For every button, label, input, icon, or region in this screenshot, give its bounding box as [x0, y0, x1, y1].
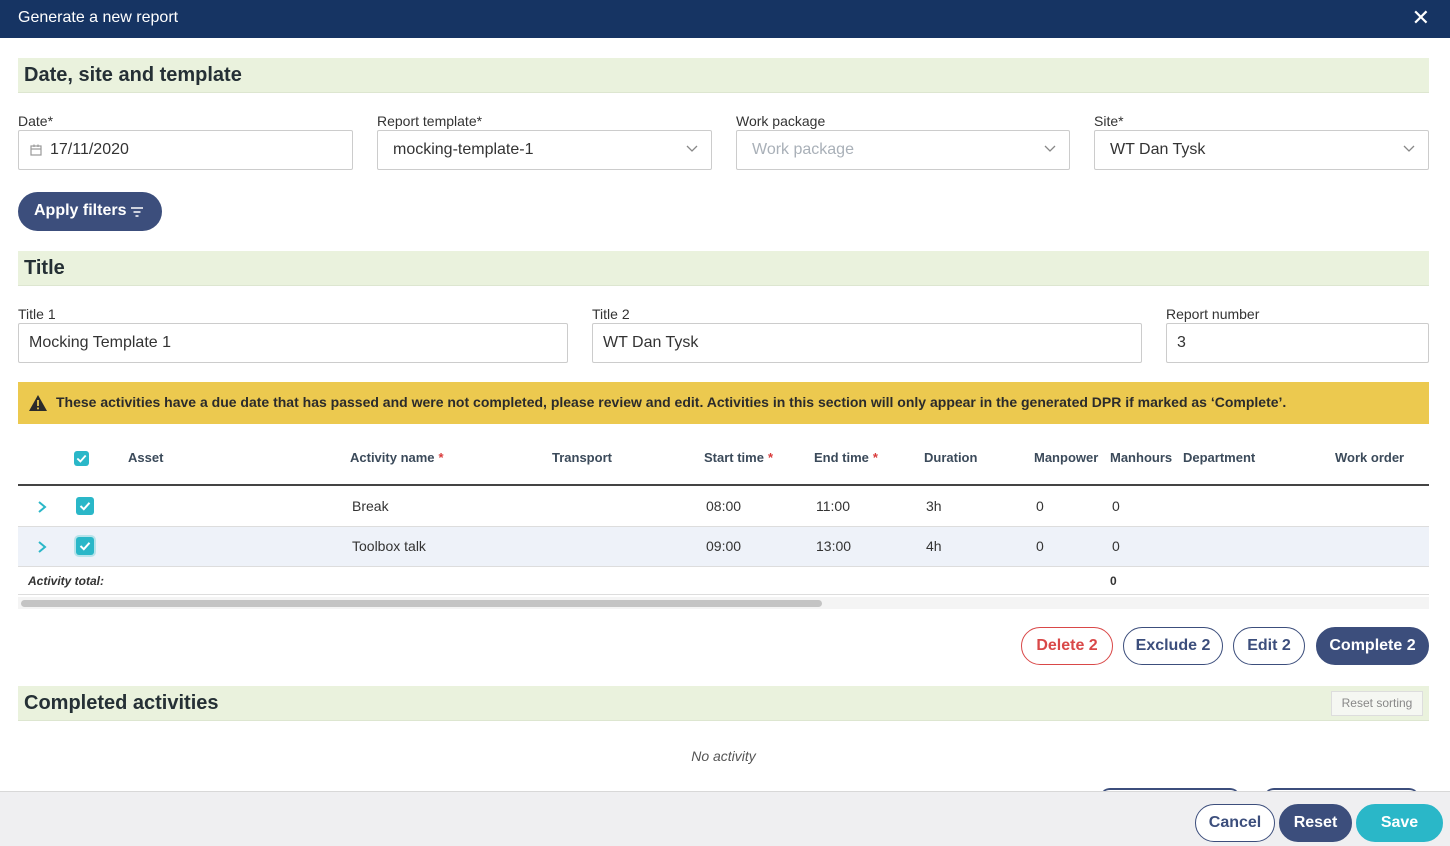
work-package-label: Work package [736, 113, 826, 129]
warning-icon [29, 395, 47, 411]
column-asset[interactable]: Asset [128, 450, 163, 465]
chevron-right-icon[interactable] [36, 499, 48, 515]
date-field[interactable]: 17/11/2020 [18, 130, 353, 170]
filter-icon [131, 207, 143, 217]
activity-name-cell: Break [352, 498, 389, 514]
check-icon [79, 502, 91, 511]
work-package-select[interactable]: Work package [736, 130, 1070, 170]
check-icon [76, 454, 87, 463]
cancel-button[interactable]: Cancel [1195, 804, 1275, 842]
activity-total-label: Activity total: [28, 574, 105, 588]
dialog-title: Generate a new report [18, 9, 179, 26]
table-row[interactable]: Break 08:00 11:00 3h 0 0 [18, 487, 1429, 527]
calendar-icon [30, 144, 42, 156]
warning-text: These activities have a due date that ha… [56, 394, 1287, 410]
section-completed-activities: Completed activities [18, 686, 1429, 721]
end-time-cell: 11:00 [816, 498, 850, 514]
start-time-cell: 08:00 [706, 498, 742, 514]
section-date-site-template: Date, site and template [18, 58, 1429, 93]
date-label: Date* [18, 113, 54, 129]
scrollbar-thumb[interactable] [21, 600, 822, 607]
required-mark: * [438, 450, 444, 465]
column-activity-name[interactable]: Activity name * [350, 450, 444, 465]
column-duration[interactable]: Duration [924, 450, 977, 465]
row-checkbox[interactable] [76, 537, 94, 555]
manpower-cell: 0 [1036, 498, 1044, 514]
section-title: Completed activities [24, 692, 219, 714]
reset-sorting-button[interactable]: Reset sorting [1331, 691, 1423, 716]
column-transport[interactable]: Transport [552, 450, 612, 465]
save-button[interactable]: Save [1356, 804, 1443, 842]
report-number-value: 3 [1177, 334, 1186, 351]
row-checkbox[interactable] [76, 497, 94, 515]
site-select[interactable]: WT Dan Tysk [1094, 130, 1429, 170]
column-activity-name-label: Activity name [350, 450, 435, 465]
exclude-button[interactable]: Exclude 2 [1123, 627, 1223, 665]
section-title-block: Title [18, 251, 1429, 286]
check-icon [79, 542, 91, 551]
duration-cell: 3h [926, 498, 942, 514]
date-value: 17/11/2020 [50, 141, 129, 158]
activity-total-manhours: 0 [1110, 574, 1117, 588]
title1-label: Title 1 [18, 306, 56, 322]
column-department[interactable]: Department [1183, 450, 1255, 465]
start-time-cell: 09:00 [706, 538, 742, 554]
column-end-time-label: End time [814, 450, 869, 465]
title2-value: WT Dan Tysk [603, 334, 699, 351]
section-title: Date, site and template [24, 64, 242, 86]
report-template-label: Report template* [377, 113, 483, 129]
column-manhours[interactable]: Manhours [1110, 450, 1172, 465]
duration-cell: 4h [926, 538, 942, 554]
activity-name-cell: Toolbox talk [352, 538, 426, 554]
report-number-label: Report number [1166, 306, 1260, 322]
section-title: Title [24, 257, 65, 279]
horizontal-scrollbar[interactable] [18, 597, 1429, 609]
manhours-cell: 0 [1112, 538, 1120, 554]
complete-button[interactable]: Complete 2 [1316, 627, 1429, 665]
required-mark: * [872, 450, 878, 465]
report-template-select[interactable]: mocking-template-1 [377, 130, 712, 170]
column-start-time-label: Start time [704, 450, 764, 465]
column-start-time[interactable]: Start time * [704, 450, 773, 465]
chevron-down-icon [1403, 145, 1415, 152]
chevron-right-icon[interactable] [36, 539, 48, 555]
work-package-placeholder: Work package [752, 141, 854, 158]
chevron-down-icon [686, 145, 698, 152]
empty-state-text: No activity [691, 748, 756, 764]
overdue-warning-banner: These activities have a due date that ha… [18, 382, 1429, 424]
column-work-order[interactable]: Work order [1335, 450, 1404, 465]
dialog-header: Generate a new report ✕ [0, 0, 1450, 38]
title2-label: Title 2 [592, 306, 630, 322]
end-time-cell: 13:00 [816, 538, 852, 554]
dialog-footer: Cancel Reset Save [0, 791, 1450, 846]
chevron-down-icon [1044, 145, 1056, 152]
table-row[interactable]: Toolbox talk 09:00 13:00 4h 0 0 [18, 527, 1429, 567]
edit-button[interactable]: Edit 2 [1233, 627, 1305, 665]
apply-filters-label: Apply filters [34, 202, 127, 219]
title1-input[interactable]: Mocking Template 1 [18, 323, 568, 363]
title2-input[interactable]: WT Dan Tysk [592, 323, 1142, 363]
site-value: WT Dan Tysk [1110, 141, 1206, 158]
report-number-input[interactable]: 3 [1166, 323, 1429, 363]
column-end-time[interactable]: End time * [814, 450, 878, 465]
manpower-cell: 0 [1036, 538, 1044, 554]
site-label: Site* [1094, 113, 1124, 129]
delete-button[interactable]: Delete 2 [1021, 627, 1113, 665]
activity-total-row: Activity total: 0 [18, 567, 1429, 595]
apply-filters-button[interactable]: Apply filters [18, 192, 162, 231]
close-icon[interactable]: ✕ [1412, 6, 1430, 30]
reset-button[interactable]: Reset [1279, 804, 1352, 842]
required-mark: * [767, 450, 774, 465]
select-all-checkbox[interactable] [74, 451, 89, 466]
manhours-cell: 0 [1112, 498, 1120, 514]
activities-table-header: Asset Activity name * Transport Start tim… [18, 440, 1429, 486]
column-manpower[interactable]: Manpower [1034, 450, 1098, 465]
title1-value: Mocking Template 1 [29, 334, 171, 351]
report-template-value: mocking-template-1 [393, 141, 534, 158]
